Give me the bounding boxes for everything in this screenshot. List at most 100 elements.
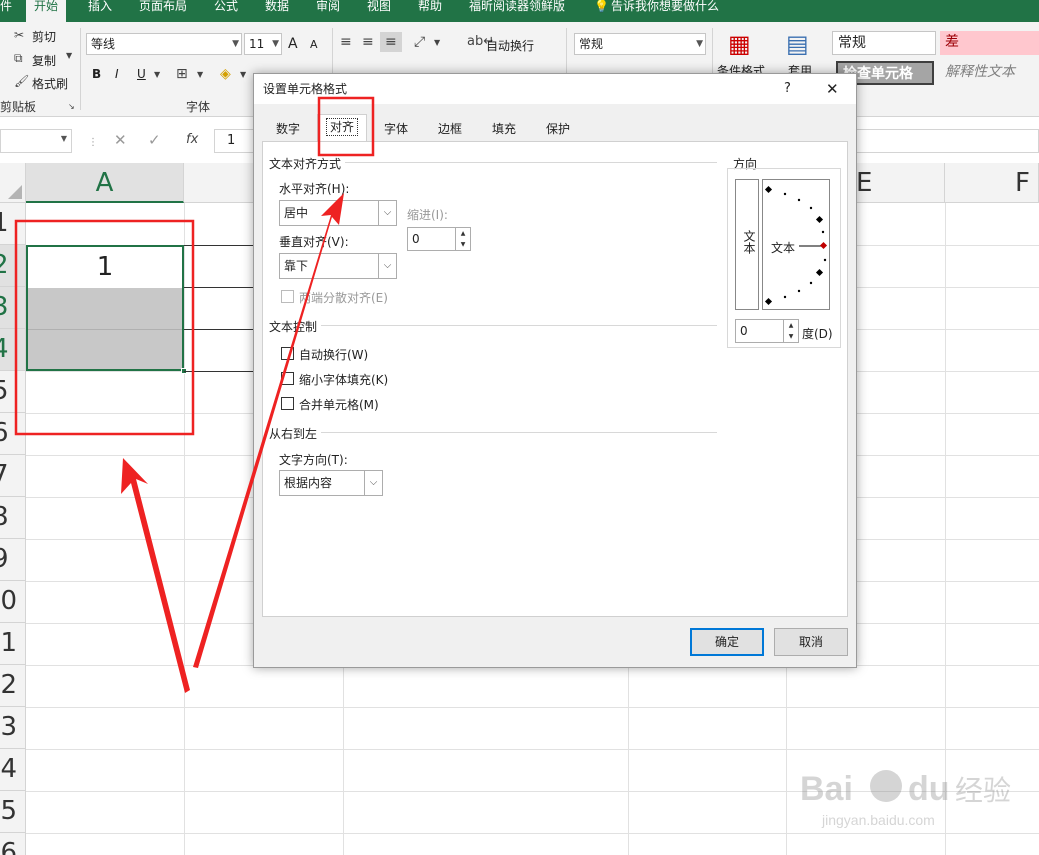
row-header[interactable]: 11 [0, 623, 26, 665]
confirm-entry-icon[interactable]: ✓ [148, 131, 161, 149]
indent-spinner[interactable]: 0 ▲ ▼ [407, 227, 471, 251]
row-header[interactable]: 13 [0, 707, 26, 749]
wrap-text-checkbox[interactable] [281, 347, 294, 360]
row-header[interactable]: 3 [0, 287, 26, 329]
dialog-launcher-icon[interactable]: ↘ [68, 102, 75, 111]
tab-border[interactable]: 边框 [426, 116, 474, 142]
underline-button[interactable]: U [137, 67, 146, 81]
merge-cells-checkbox[interactable] [281, 397, 294, 410]
dialog-title-bar[interactable]: 设置单元格格式 ? ✕ [254, 74, 856, 104]
tab-font[interactable]: 字体 [372, 116, 420, 142]
indent-label: 缩进(I): [407, 208, 448, 222]
chevron-down-icon[interactable]: ▼ [66, 51, 72, 60]
cancel-button[interactable]: 取消 [774, 628, 848, 656]
number-format-select[interactable]: 常规 ▼ [574, 33, 706, 55]
chevron-down-icon: ⌵ [378, 254, 396, 278]
row-header[interactable]: 6 [0, 413, 26, 455]
row-header[interactable]: 10 [0, 581, 26, 623]
clipboard-group-label: 剪贴板 [0, 100, 37, 114]
orientation-dial[interactable]: 文本 [762, 179, 830, 310]
style-normal[interactable]: 常规 [832, 31, 936, 55]
row-header[interactable]: 1 [0, 203, 26, 245]
align-top-icon[interactable]: ≡ [340, 34, 352, 50]
insert-function-icon[interactable]: fx [186, 132, 198, 147]
ok-button[interactable]: 确定 [690, 628, 764, 656]
font-size-select[interactable]: 11 ▼ [244, 33, 282, 55]
tab-protection[interactable]: 保护 [534, 116, 582, 142]
orientation-icon[interactable]: ⤢ [414, 34, 425, 50]
chevron-down-icon[interactable]: ▼ [240, 70, 246, 79]
select-all-corner[interactable] [0, 163, 26, 203]
spin-up-icon[interactable]: ▲ [783, 320, 798, 331]
tab-foxit[interactable]: 福昕阅读器领鲜版 [469, 0, 565, 22]
row-header[interactable]: 2 [0, 245, 26, 287]
drag-handle-icon[interactable]: ⋮ [88, 137, 98, 148]
chevron-down-icon: ▼ [60, 134, 67, 143]
spin-down-icon[interactable]: ▼ [455, 239, 470, 250]
column-header-f[interactable]: F [945, 163, 1039, 203]
font-size-value: 11 [249, 37, 265, 51]
spin-up-icon[interactable]: ▲ [455, 228, 470, 239]
vertical-value: 靠下 [284, 259, 309, 273]
tab-view[interactable]: 视图 [367, 0, 391, 22]
format-painter-button[interactable]: 格式刷 [32, 75, 68, 92]
row-header[interactable]: 5 [0, 371, 26, 413]
vertical-select[interactable]: 靠下 ⌵ [279, 253, 397, 279]
chevron-down-icon[interactable]: ▼ [197, 70, 203, 79]
fill-color-icon[interactable]: ◈ [220, 66, 231, 82]
selected-range[interactable]: 1 [26, 245, 187, 374]
chevron-down-icon[interactable]: ▼ [154, 70, 160, 79]
chevron-down-icon[interactable]: ▼ [434, 38, 440, 47]
gridline [26, 749, 1039, 750]
close-icon[interactable]: ✕ [826, 74, 839, 104]
row-header[interactable]: 15 [0, 791, 26, 833]
italic-button[interactable]: I [115, 67, 119, 81]
grow-font-button[interactable]: A [288, 36, 298, 52]
row-header[interactable]: 12 [0, 665, 26, 707]
row-header[interactable]: 8 [0, 497, 26, 539]
tab-page-layout[interactable]: 页面布局 [139, 0, 187, 22]
font-name-select[interactable]: 等线 ▼ [86, 33, 242, 55]
tab-review[interactable]: 审阅 [316, 0, 340, 22]
row-header[interactable]: 16 [0, 833, 26, 855]
column-header-a[interactable]: A [26, 163, 184, 203]
tab-alignment[interactable]: 对齐 [317, 114, 367, 142]
tell-me-search[interactable]: 告诉我你想要做什么 [611, 0, 719, 22]
copy-button[interactable]: 复制 [32, 52, 56, 69]
row-header[interactable]: 14 [0, 749, 26, 791]
row-header[interactable]: 4 [0, 329, 26, 371]
text-direction-select[interactable]: 根据内容 ⌵ [279, 470, 383, 496]
row-header[interactable]: 7 [0, 455, 26, 497]
section-divider [321, 432, 717, 433]
wrap-text-button[interactable]: 自动换行 [486, 37, 534, 54]
help-button[interactable]: ? [784, 74, 791, 104]
style-bad[interactable]: 差 [940, 31, 1039, 55]
cancel-entry-icon[interactable]: ✕ [114, 131, 127, 149]
horizontal-select[interactable]: 居中 ⌵ [279, 200, 397, 226]
row-header[interactable]: 9 [0, 539, 26, 581]
text-alignment-heading: 文本对齐方式 [269, 157, 342, 171]
tab-formulas[interactable]: 公式 [214, 0, 238, 22]
tab-help[interactable]: 帮助 [418, 0, 442, 22]
rtl-heading: 从右到左 [269, 427, 318, 441]
tab-insert[interactable]: 插入 [88, 0, 112, 22]
name-box[interactable]: ▼ [0, 129, 72, 153]
cell-a2[interactable]: 1 [28, 247, 182, 287]
tab-number[interactable]: 数字 [264, 116, 312, 142]
border-icon[interactable]: ⊞ [176, 66, 188, 82]
shrink-to-fit-checkbox[interactable] [281, 372, 294, 385]
bold-button[interactable]: B [92, 67, 101, 81]
cut-button[interactable]: 剪切 [32, 28, 56, 45]
format-table-icon: ▤ [786, 30, 809, 58]
justify-distributed-checkbox[interactable] [281, 290, 294, 303]
tab-file[interactable]: 件 [0, 0, 12, 22]
tab-home[interactable]: 开始 [26, 0, 67, 22]
align-middle-icon[interactable]: ≡ [362, 34, 374, 50]
vertical-text-button[interactable]: 文本 [735, 179, 759, 310]
style-explanatory[interactable]: 解释性文本 [940, 61, 1039, 85]
tab-fill[interactable]: 填充 [480, 116, 528, 142]
degrees-spinner[interactable]: 0 ▲ ▼ [735, 319, 799, 343]
tab-data[interactable]: 数据 [265, 0, 289, 22]
shrink-font-button[interactable]: A [310, 38, 318, 51]
spin-down-icon[interactable]: ▼ [783, 331, 798, 342]
